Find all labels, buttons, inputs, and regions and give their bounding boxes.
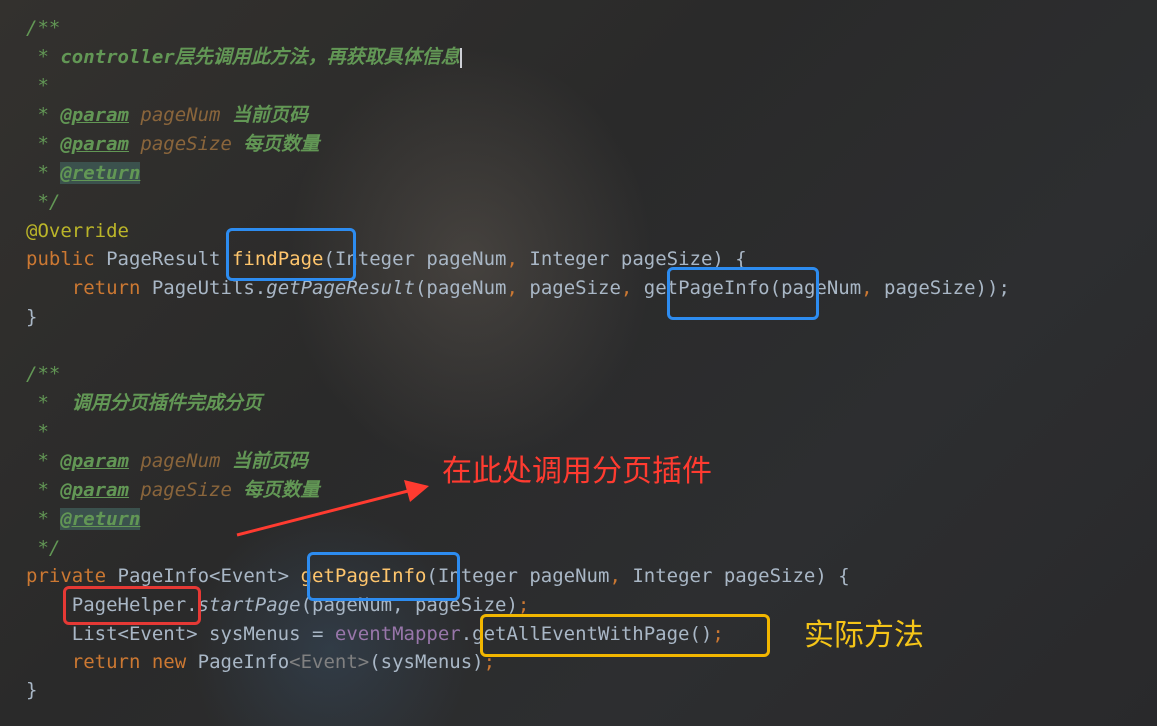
red-arrow-head: [404, 480, 429, 502]
red-arrow-shaft: [236, 489, 409, 537]
red-arrow: [236, 480, 429, 537]
note-call-pagination-plugin: 在此处调用分页插件: [442, 454, 712, 489]
note-actual-method: 实际方法: [804, 618, 924, 653]
